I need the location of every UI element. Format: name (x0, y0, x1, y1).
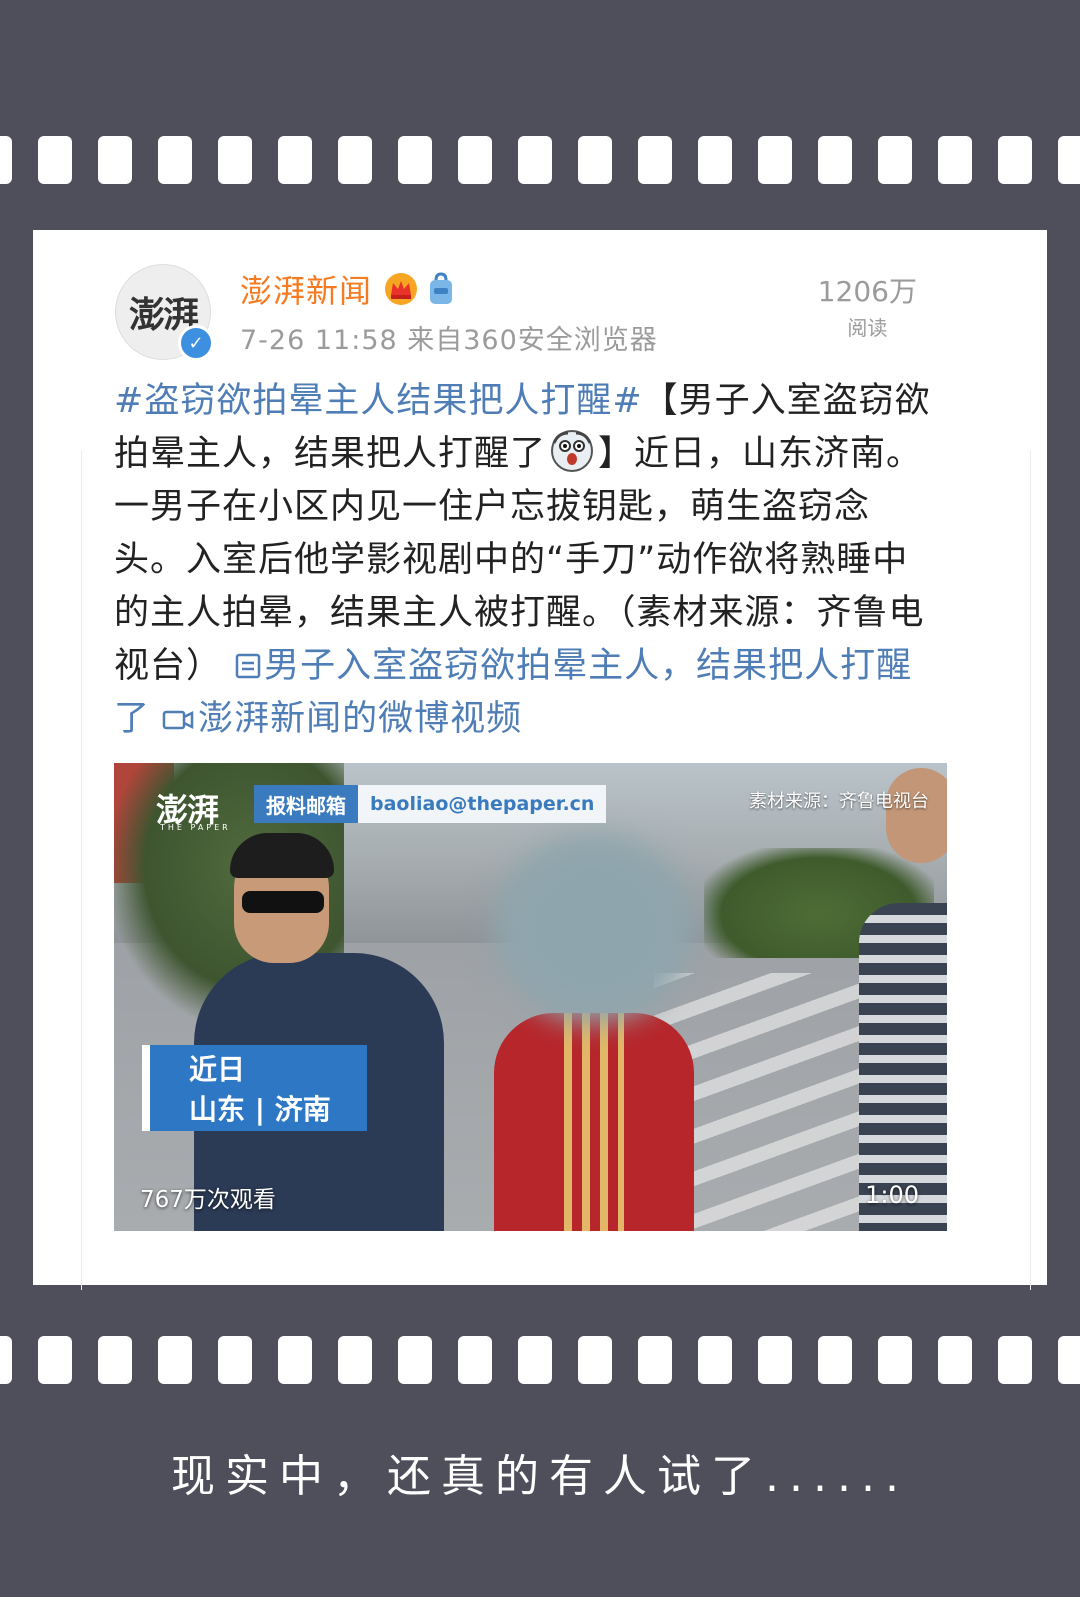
film-hole (998, 1336, 1032, 1384)
video-person-officer-glasses (242, 891, 324, 913)
film-hole (338, 1336, 372, 1384)
film-hole (0, 136, 12, 184)
video-person-bystander-head (886, 768, 947, 863)
read-count: 1206万 阅读 (818, 270, 917, 341)
film-hole (758, 1336, 792, 1384)
username[interactable]: 澎湃新闻 (240, 266, 372, 312)
video-view-count: 767万次观看 (140, 1187, 276, 1213)
film-hole (158, 136, 192, 184)
article-link-icon (235, 653, 261, 679)
film-hole (578, 1336, 612, 1384)
video-source-credit: 素材来源：齐鲁电视台 (749, 791, 929, 812)
film-hole (698, 136, 732, 184)
film-hole (98, 1336, 132, 1384)
tip-email-banner: 报料邮箱 baoliao@thepaper.cn (254, 785, 607, 823)
film-strip-bottom (0, 1336, 1080, 1384)
film-hole (758, 136, 792, 184)
video-player[interactable]: 澎湃 THE PAPER 报料邮箱 baoliao@thepaper.cn 素材… (114, 763, 947, 1231)
film-hole (98, 136, 132, 184)
avatar[interactable]: 澎湃 ✓ (115, 264, 214, 361)
film-hole (398, 1336, 432, 1384)
film-hole (638, 1336, 672, 1384)
film-hole (0, 1336, 12, 1384)
surprised-emoji-icon (551, 430, 594, 472)
film-hole (818, 136, 852, 184)
tip-email-label: 报料邮箱 (254, 785, 358, 823)
film-hole (278, 1336, 312, 1384)
film-hole (578, 136, 612, 184)
caption-text: 现实中，还真的有人试了...... (171, 1451, 909, 1502)
video-link-text: 澎湃新闻的微博视频 (198, 699, 523, 739)
weibo-post-card: 澎湃 ✓ 澎湃新闻 7-26 11:58 来自360安全浏览器 1206万 阅读… (33, 230, 1047, 1290)
tip-email-address: baoliao@thepaper.cn (358, 785, 607, 823)
film-hole (1058, 1336, 1080, 1384)
video-person-suspect-stripe (564, 1013, 624, 1231)
film-hole (218, 1336, 252, 1384)
location-banner-edge (142, 1045, 150, 1131)
film-hole (158, 1336, 192, 1384)
video-watermark-subtitle: THE PAPER (160, 823, 231, 832)
crown-icon[interactable] (384, 272, 418, 306)
location-place: 山东 | 济南 (189, 1093, 331, 1126)
film-strip-top (0, 136, 1080, 184)
film-hole (398, 136, 432, 184)
video-link[interactable]: 澎湃新闻的微博视频 (162, 699, 522, 739)
video-camera-icon (162, 710, 194, 730)
author-row: 澎湃新闻 (240, 266, 456, 312)
read-count-label: 阅读 (847, 316, 888, 340)
film-hole (698, 1336, 732, 1384)
bag-icon[interactable] (426, 272, 456, 306)
film-hole (518, 1336, 552, 1384)
location-date: 近日 (189, 1053, 246, 1086)
film-hole (278, 136, 312, 184)
film-hole (878, 136, 912, 184)
film-hole (938, 136, 972, 184)
film-hole (38, 1336, 72, 1384)
film-hole (998, 136, 1032, 184)
film-hole (338, 136, 372, 184)
verified-badge-icon: ✓ (178, 325, 214, 361)
video-blurred-face (494, 833, 694, 1023)
film-hole (818, 1336, 852, 1384)
film-hole (878, 1336, 912, 1384)
film-hole (638, 136, 672, 184)
film-hole (938, 1336, 972, 1384)
hashtag-link[interactable]: #盗窃欲拍晕主人结果把人打醒# (114, 381, 643, 421)
video-person-officer-hair (230, 833, 334, 878)
film-hole (458, 1336, 492, 1384)
film-hole (458, 136, 492, 184)
film-hole (1058, 136, 1080, 184)
post-body: #盗窃欲拍晕主人结果把人打醒#【男子入室盗窃欲拍晕主人，结果把人打醒了 】近日，… (114, 375, 936, 746)
video-duration: 1:00 (865, 1181, 919, 1209)
film-hole (38, 136, 72, 184)
film-hole (518, 136, 552, 184)
post-timestamp-source: 7-26 11:58 来自360安全浏览器 (240, 325, 658, 356)
film-hole (218, 136, 252, 184)
read-count-number: 1206万 (817, 275, 917, 308)
